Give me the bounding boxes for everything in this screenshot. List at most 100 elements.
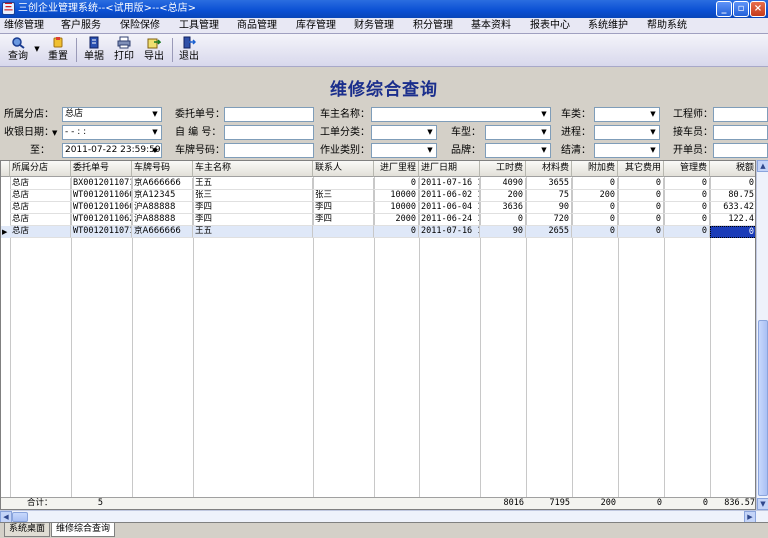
- cell-branch[interactable]: 总店: [10, 178, 71, 190]
- cell-mileage[interactable]: 10000: [374, 202, 419, 214]
- cell-other[interactable]: 0: [618, 178, 664, 190]
- cell-plate[interactable]: 京A666666: [132, 178, 193, 190]
- cell-material[interactable]: 75: [526, 190, 572, 202]
- cash-date-end-input[interactable]: 2011-07-22 23:59:59 ◆: [62, 143, 162, 158]
- car-class-select[interactable]: ▼: [594, 107, 660, 122]
- minimize-button[interactable]: _: [716, 1, 732, 17]
- cell-plate[interactable]: 京A12345: [132, 190, 193, 202]
- cell-material[interactable]: 2655: [526, 226, 572, 238]
- cell-material[interactable]: 90: [526, 202, 572, 214]
- col-header-extra[interactable]: 附加费: [572, 161, 618, 177]
- cell-other[interactable]: 0: [618, 202, 664, 214]
- table-row[interactable]: 总店WT00120110604沪A88888李四李四100002011-06-0…: [1, 202, 755, 214]
- cash-date-start-input[interactable]: - - : : ▼: [62, 125, 162, 140]
- cell-owner[interactable]: 王五: [193, 226, 313, 238]
- col-header-order-no[interactable]: 委托单号: [71, 161, 132, 177]
- cell-contact[interactable]: 张三: [313, 190, 374, 202]
- tab-desktop[interactable]: 系统桌面: [4, 523, 51, 537]
- cell-date[interactable]: 2011-07-16 13: [419, 178, 480, 190]
- cell-mgmt[interactable]: 0: [664, 214, 710, 226]
- cell-mileage[interactable]: 0: [374, 226, 419, 238]
- col-header-plate[interactable]: 车牌号码: [132, 161, 193, 177]
- branch-select[interactable]: 总店 ▼: [62, 107, 162, 122]
- vertical-scrollbar[interactable]: ▲ ▼: [756, 160, 768, 510]
- cell-other[interactable]: 0: [618, 190, 664, 202]
- brand-select[interactable]: ▼: [485, 143, 551, 158]
- receiver-input[interactable]: [713, 125, 768, 140]
- result-grid[interactable]: 所属分店 委托单号 车牌号码 车主名称 联系人 进厂里程 进厂日期 工时费 材料…: [0, 160, 756, 510]
- cell-tax[interactable]: 122.4: [710, 214, 755, 226]
- menu-customer[interactable]: 客户服务: [61, 20, 101, 32]
- menu-basic[interactable]: 基本资料: [471, 20, 511, 32]
- car-model-select[interactable]: ▼: [485, 125, 551, 140]
- cell-owner[interactable]: 王五: [193, 178, 313, 190]
- menu-stock[interactable]: 库存管理: [296, 20, 336, 32]
- cell-date[interactable]: 2011-06-04 16: [419, 202, 480, 214]
- cell-extra[interactable]: 0: [572, 202, 618, 214]
- maximize-button[interactable]: ▫: [733, 1, 749, 17]
- exit-button[interactable]: 退出: [177, 36, 201, 66]
- cell-mgmt[interactable]: 0: [664, 178, 710, 190]
- cell-date[interactable]: 2011-06-02 11: [419, 190, 480, 202]
- table-row[interactable]: ▶总店WT00120110716京A666666王五02011-07-16 13…: [1, 226, 755, 238]
- cell-plate[interactable]: 沪A88888: [132, 202, 193, 214]
- document-button[interactable]: 单据: [82, 36, 106, 66]
- cell-owner[interactable]: 李四: [193, 202, 313, 214]
- cell-order-no[interactable]: WT00120110716: [71, 226, 132, 238]
- plate-input[interactable]: [224, 143, 314, 158]
- settle-select[interactable]: ▼: [594, 143, 660, 158]
- menu-tools[interactable]: 工具管理: [179, 20, 219, 32]
- export-button[interactable]: 导出: [142, 36, 166, 66]
- cell-tax[interactable]: 80.75: [710, 190, 755, 202]
- col-header-branch[interactable]: 所属分店: [10, 161, 71, 177]
- cell-contact[interactable]: [313, 178, 374, 190]
- work-type-select[interactable]: ▼: [371, 143, 437, 158]
- col-header-material[interactable]: 材料费: [526, 161, 572, 177]
- scroll-thumb[interactable]: [758, 320, 768, 496]
- menu-repair[interactable]: 维修管理: [4, 20, 44, 32]
- cell-extra[interactable]: 0: [572, 214, 618, 226]
- table-row[interactable]: 总店WT00120110624沪A88888李四李四20002011-06-24…: [1, 214, 755, 226]
- cell-other[interactable]: 0: [618, 214, 664, 226]
- col-header-mgmt[interactable]: 管理费: [664, 161, 710, 177]
- menu-goods[interactable]: 商品管理: [237, 20, 277, 32]
- cell-material[interactable]: 720: [526, 214, 572, 226]
- order-type-select[interactable]: ▼: [371, 125, 437, 140]
- table-row[interactable]: 总店WT00120110602京A12345张三张三100002011-06-0…: [1, 190, 755, 202]
- cell-owner[interactable]: 李四: [193, 214, 313, 226]
- progress-select[interactable]: ▼: [594, 125, 660, 140]
- scroll-down-icon[interactable]: ▼: [757, 498, 768, 510]
- close-button[interactable]: ×: [750, 1, 766, 17]
- cell-extra[interactable]: 0: [572, 178, 618, 190]
- engineer-input[interactable]: [713, 107, 768, 122]
- col-header-other[interactable]: 其它费用: [618, 161, 664, 177]
- cell-mgmt[interactable]: 0: [664, 202, 710, 214]
- cell-tax[interactable]: 0: [710, 226, 755, 238]
- col-header-labor[interactable]: 工时费: [480, 161, 526, 177]
- cell-date[interactable]: 2011-07-16 13: [419, 226, 480, 238]
- cell-mileage[interactable]: 2000: [374, 214, 419, 226]
- cell-mgmt[interactable]: 0: [664, 190, 710, 202]
- scroll-up-icon[interactable]: ▲: [757, 160, 768, 172]
- cell-date[interactable]: 2011-06-24 19: [419, 214, 480, 226]
- col-header-tax[interactable]: 税额: [710, 161, 755, 177]
- cell-plate[interactable]: 京A666666: [132, 226, 193, 238]
- tab-repair-query[interactable]: 维修综合查询: [51, 523, 116, 537]
- cell-tax[interactable]: 0: [710, 178, 755, 190]
- cell-order-no[interactable]: WT00120110624: [71, 214, 132, 226]
- print-button[interactable]: 打印: [112, 36, 136, 66]
- cell-labor[interactable]: 4090: [480, 178, 526, 190]
- cell-branch[interactable]: 总店: [10, 226, 71, 238]
- cell-other[interactable]: 0: [618, 226, 664, 238]
- cell-branch[interactable]: 总店: [10, 190, 71, 202]
- cell-labor[interactable]: 200: [480, 190, 526, 202]
- cell-extra[interactable]: 200: [572, 190, 618, 202]
- cell-labor[interactable]: 3636: [480, 202, 526, 214]
- cell-order-no[interactable]: BX00120110716: [71, 178, 132, 190]
- menu-reports[interactable]: 报表中心: [530, 20, 570, 32]
- cell-extra[interactable]: 0: [572, 226, 618, 238]
- menu-system[interactable]: 系统维护: [588, 20, 628, 32]
- self-no-input[interactable]: [224, 125, 314, 140]
- menu-help[interactable]: 帮助系统: [647, 20, 687, 32]
- horizontal-scrollbar[interactable]: ◀ ▶: [0, 510, 768, 523]
